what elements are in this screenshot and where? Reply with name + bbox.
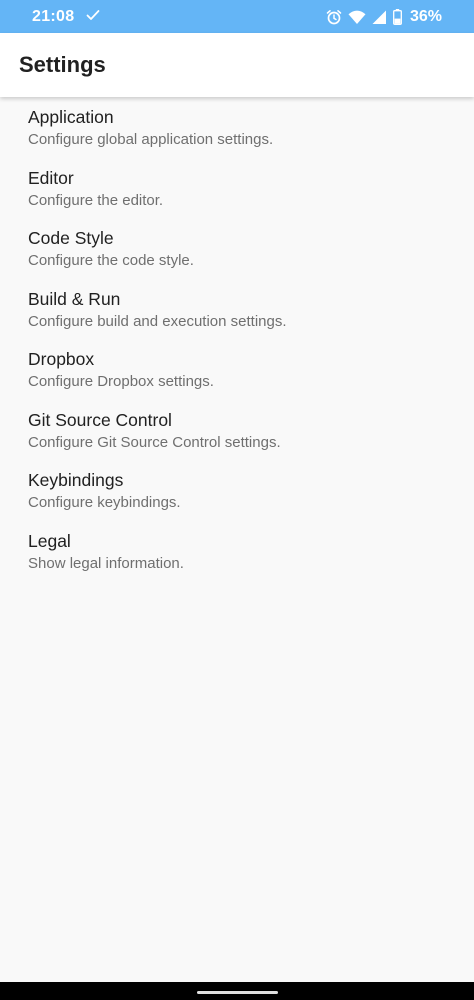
signal-icon <box>372 9 387 25</box>
settings-item-summary: Configure global application settings. <box>28 131 274 148</box>
page-title: Settings <box>19 52 106 77</box>
status-time: 21:08 <box>32 8 75 25</box>
battery-percent: 36% <box>409 8 442 25</box>
settings-item-keybindings[interactable]: Keybindings Configure keybindings. <box>0 468 474 529</box>
settings-item-title: Code Style <box>28 228 114 248</box>
settings-item-title: Editor <box>28 167 74 188</box>
app-bar: Settings <box>0 33 474 97</box>
settings-item-build-run[interactable]: Build & Run Configure build and executio… <box>0 287 474 348</box>
battery-icon <box>393 9 402 25</box>
settings-item-summary: Configure the code style. <box>28 252 194 269</box>
settings-item-summary: Configure the editor. <box>28 191 164 209</box>
status-icons: 36% <box>326 7 442 27</box>
settings-item-legal[interactable]: Legal Show legal information. <box>0 529 474 590</box>
settings-item-summary: Show legal information. <box>28 554 184 572</box>
settings-item-title: Keybindings <box>28 470 124 490</box>
home-gesture-handle[interactable] <box>197 991 278 994</box>
settings-item-summary: Configure Git Source Control settings. <box>28 433 281 451</box>
settings-item-code-style[interactable]: Code Style Configure the code style. <box>0 226 474 287</box>
settings-item-title: Dropbox <box>28 349 95 369</box>
settings-item-application[interactable]: Application Configure global application… <box>0 105 474 166</box>
status-bar: 21:08 36% <box>0 0 474 33</box>
settings-item-title: Application <box>28 107 114 127</box>
settings-item-dropbox[interactable]: Dropbox Configure Dropbox settings. <box>0 347 474 408</box>
alarm-icon <box>326 9 342 25</box>
wifi-icon <box>348 9 366 25</box>
settings-list: Application Configure global application… <box>0 105 474 589</box>
settings-item-title: Build & Run <box>28 288 121 309</box>
settings-item-summary: Configure keybindings. <box>28 494 181 511</box>
settings-item-summary: Configure build and execution settings. <box>28 312 287 330</box>
settings-item-editor[interactable]: Editor Configure the editor. <box>0 166 474 227</box>
settings-item-title: Git Source Control <box>28 409 172 430</box>
settings-item-git-source-control[interactable]: Git Source Control Configure Git Source … <box>0 408 474 469</box>
settings-content: Application Configure global application… <box>0 97 474 982</box>
settings-item-title: Legal <box>28 530 71 551</box>
navigation-bar <box>0 982 474 1000</box>
settings-item-summary: Configure Dropbox settings. <box>28 373 214 390</box>
check-icon <box>86 8 100 22</box>
